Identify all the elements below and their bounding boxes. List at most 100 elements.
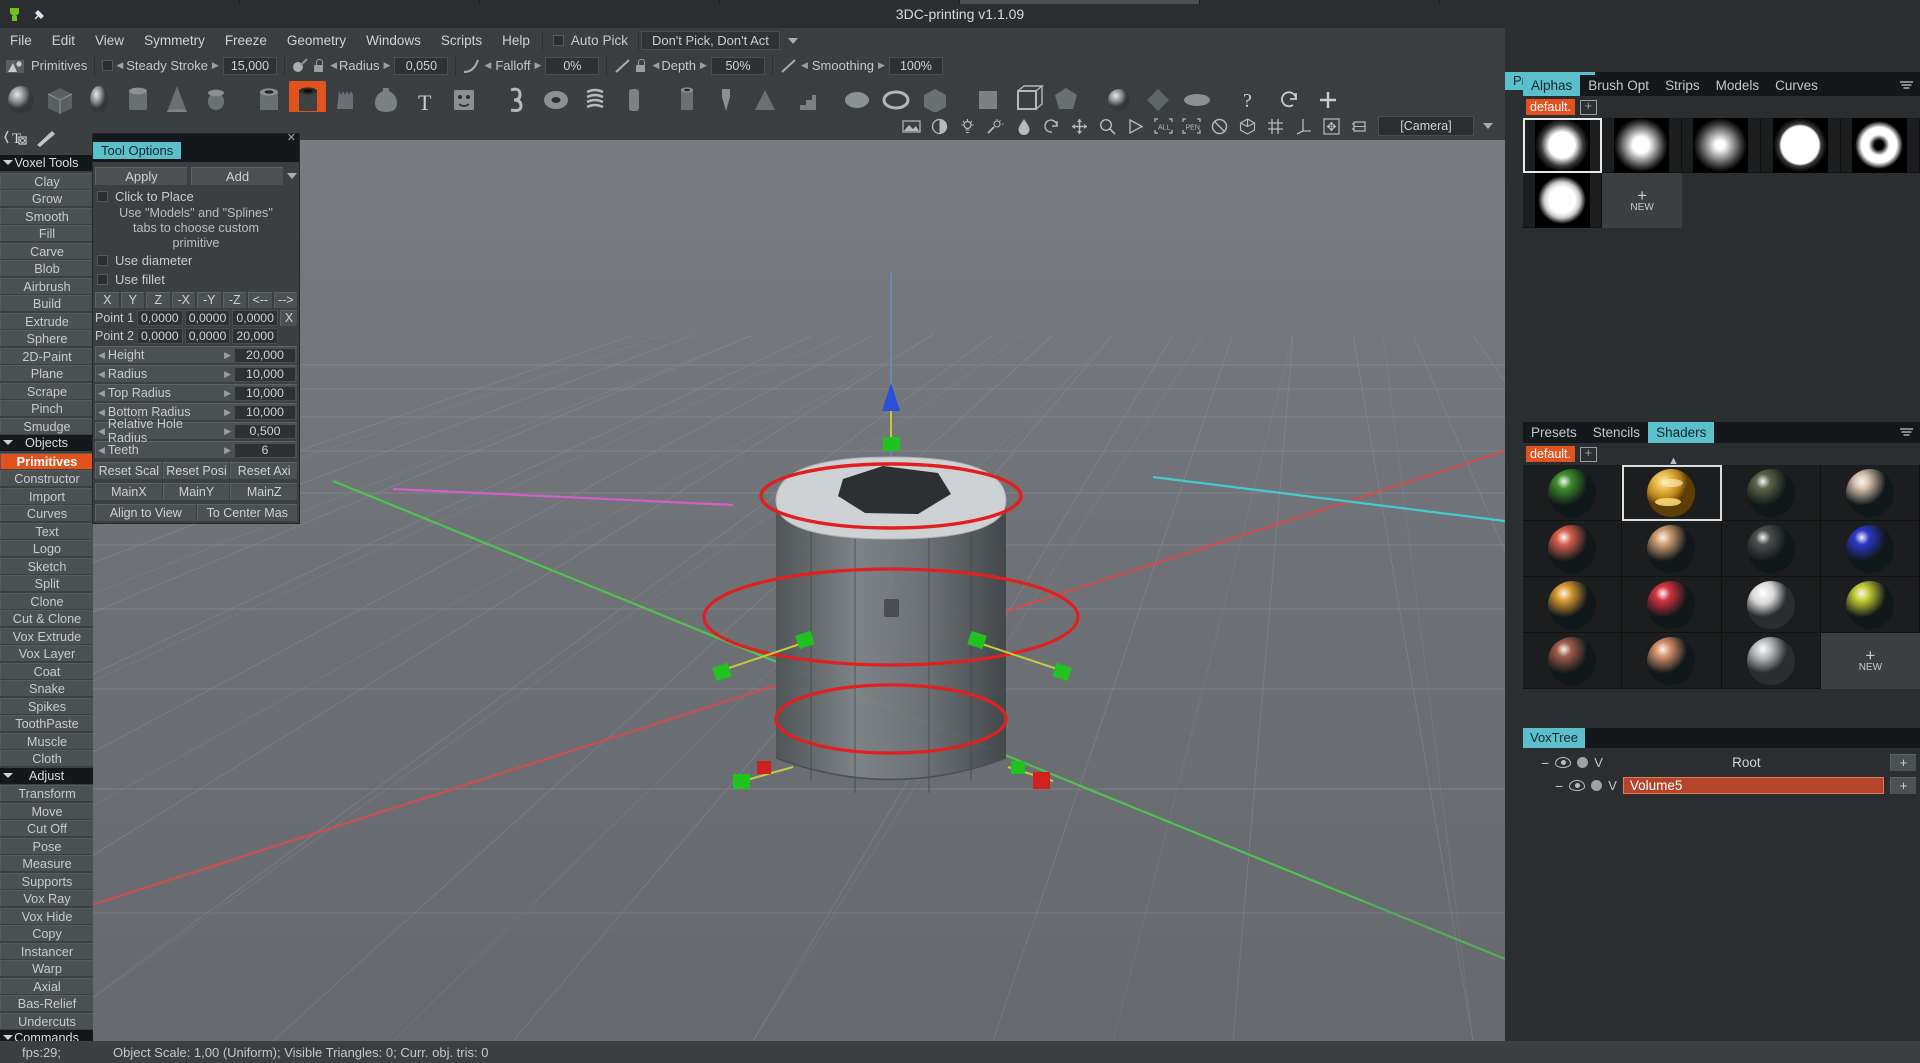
point1-axis-button[interactable]: X [280, 310, 298, 326]
depth-value[interactable]: 50% [710, 56, 765, 75]
tab-curves[interactable]: Curves [1767, 75, 1826, 96]
add-folder-icon[interactable] [1580, 445, 1598, 462]
chevron-down-icon[interactable] [787, 37, 798, 44]
sidebar-item-smooth[interactable]: Smooth [0, 207, 93, 224]
menu-item-scripts[interactable]: Scripts [431, 28, 492, 53]
water-drop-icon[interactable] [1014, 117, 1033, 136]
voxtree-row-root[interactable]: − V Root + [1523, 752, 1920, 773]
sidebar-item-split[interactable]: Split [0, 575, 93, 591]
chevron-left-icon[interactable]: ◀ [330, 60, 337, 71]
chevron-left-icon[interactable]: ◀ [801, 60, 808, 71]
sidebar-item-build[interactable]: Build [0, 295, 93, 311]
tool-group-objects[interactable]: Objects [0, 435, 93, 451]
axis-button-z[interactable]: -Z [222, 292, 246, 308]
main-button-mainx[interactable]: MainX [95, 483, 162, 500]
chevron-right-icon[interactable]: ▶ [224, 445, 234, 456]
tab-models[interactable]: Models [1708, 75, 1768, 96]
voxtree-name-volume5[interactable]: Volume5 [1622, 777, 1884, 794]
light-move-icon[interactable] [986, 117, 1005, 136]
sidebar-item-sphere[interactable]: Sphere [0, 330, 93, 346]
sidebar-item-undercuts[interactable]: Undercuts [0, 1012, 93, 1029]
zoom-icon[interactable] [1098, 117, 1117, 136]
param-value[interactable]: 20,000 [234, 347, 296, 363]
tool-group-voxel-tools[interactable]: Voxel Tools [0, 155, 93, 171]
shader-swatch[interactable] [1721, 521, 1821, 577]
sidebar-item-measure[interactable]: Measure [0, 855, 93, 871]
chevron-right-icon[interactable]: ▶ [224, 388, 234, 399]
chevron-right-icon[interactable]: ▶ [212, 60, 219, 71]
smoothing-value[interactable]: 100% [888, 56, 943, 75]
brush-tool-icon[interactable] [34, 128, 58, 148]
alpha-swatch[interactable] [1523, 172, 1603, 228]
viewport-canvas[interactable] [93, 121, 1505, 1041]
sidebar-item-constructor[interactable]: Constructor [0, 470, 93, 486]
no-symmetry-icon[interactable] [1210, 117, 1229, 136]
use-fillet-checkbox[interactable] [97, 274, 108, 285]
axis-button-y[interactable]: Y [120, 292, 144, 308]
shader-swatch[interactable] [1622, 577, 1722, 633]
expander-icon[interactable]: − [1555, 778, 1563, 794]
cube-primitive[interactable] [41, 81, 78, 119]
chevron-right-icon[interactable]: ▶ [700, 60, 707, 71]
chevron-down-icon[interactable] [3, 160, 13, 165]
reset-button-reset-scal[interactable]: Reset Scal [95, 462, 162, 479]
viewport-3d[interactable] [93, 121, 1505, 1041]
sidebar-item-vox-layer[interactable]: Vox Layer [0, 645, 93, 661]
shader-swatch[interactable] [1622, 633, 1722, 689]
alphas-new-button[interactable]: + NEW [1602, 173, 1682, 228]
shader-swatch[interactable] [1622, 521, 1722, 577]
sidebar-item-toothpaste[interactable]: ToothPaste [0, 715, 93, 731]
alpha-swatch[interactable] [1761, 117, 1841, 173]
sidebar-item-axial[interactable]: Axial [0, 977, 93, 994]
axis-button-x[interactable]: X [95, 292, 119, 308]
axis-button-[interactable]: --> [273, 292, 297, 308]
tool-options-panel[interactable]: ✕ Tool Options Apply Add Click to Place … [92, 132, 300, 524]
use-diameter-row[interactable]: Use diameter [95, 251, 297, 270]
shaders-folder-tag[interactable]: default. [1526, 446, 1576, 462]
menu-item-symmetry[interactable]: Symmetry [134, 28, 215, 53]
voxtree-name-root[interactable]: Root [1609, 755, 1884, 770]
sidebar-item-vox-ray[interactable]: Vox Ray [0, 890, 93, 906]
sphere-icon[interactable] [1591, 780, 1603, 791]
shader-swatch[interactable] [1721, 465, 1821, 521]
chevron-right-icon[interactable]: ▶ [224, 369, 234, 380]
sidebar-item-curves[interactable]: Curves [0, 505, 93, 521]
shader-swatch[interactable] [1523, 633, 1623, 689]
sidebar-item-warp[interactable]: Warp [0, 960, 93, 976]
chevron-right-icon[interactable]: ▶ [383, 60, 390, 71]
hamburger-icon[interactable] [1899, 427, 1920, 438]
auto-pick-checkbox[interactable] [552, 35, 564, 46]
sphere-primitive[interactable] [2, 81, 39, 119]
point1-z[interactable]: 0,0000 [232, 310, 279, 326]
voxtree-add-root[interactable]: + [1890, 754, 1916, 771]
sidebar-item-coat[interactable]: Coat [0, 662, 93, 679]
chevron-left-icon[interactable]: ◀ [484, 60, 491, 71]
chevron-down-icon[interactable] [3, 440, 13, 445]
chevron-left-icon[interactable]: ◀ [652, 60, 659, 71]
sidebar-item-muscle[interactable]: Muscle [0, 732, 93, 749]
sidebar-item-copy[interactable]: Copy [0, 925, 93, 941]
tab-stencils[interactable]: Stencils [1585, 422, 1648, 443]
grid-icon[interactable] [1266, 117, 1285, 136]
chevron-left-icon[interactable]: ◀ [96, 426, 105, 437]
shaders-grid[interactable]: + NEW [1523, 465, 1920, 689]
chevron-down-icon[interactable] [287, 173, 297, 179]
sidebar-item-logo[interactable]: Logo [0, 540, 93, 556]
alpha-swatch[interactable] [1840, 117, 1920, 173]
point1-x[interactable]: 0,0000 [137, 310, 183, 326]
sidebar-item-move[interactable]: Move [0, 802, 93, 819]
sidebar-item-supports[interactable]: Supports [0, 872, 93, 889]
sidebar-item-vox-extrude[interactable]: Vox Extrude [0, 627, 93, 644]
alpha-swatch[interactable] [1602, 117, 1682, 173]
sidebar-item-plane[interactable]: Plane [0, 365, 93, 381]
fullscreen-icon[interactable] [1322, 117, 1341, 136]
menu-item-help[interactable]: Help [492, 28, 540, 53]
sphere-icon[interactable] [1577, 757, 1589, 768]
perspective-icon[interactable] [1350, 117, 1369, 136]
shader-swatch[interactable] [1721, 577, 1821, 633]
play-icon[interactable] [1126, 117, 1145, 136]
eye-icon[interactable] [1569, 780, 1586, 791]
tab-voxtree[interactable]: VoxTree [1523, 728, 1585, 748]
sidebar-item-blob[interactable]: Blob [0, 260, 93, 276]
sidebar-item-text[interactable]: Text [0, 522, 93, 539]
